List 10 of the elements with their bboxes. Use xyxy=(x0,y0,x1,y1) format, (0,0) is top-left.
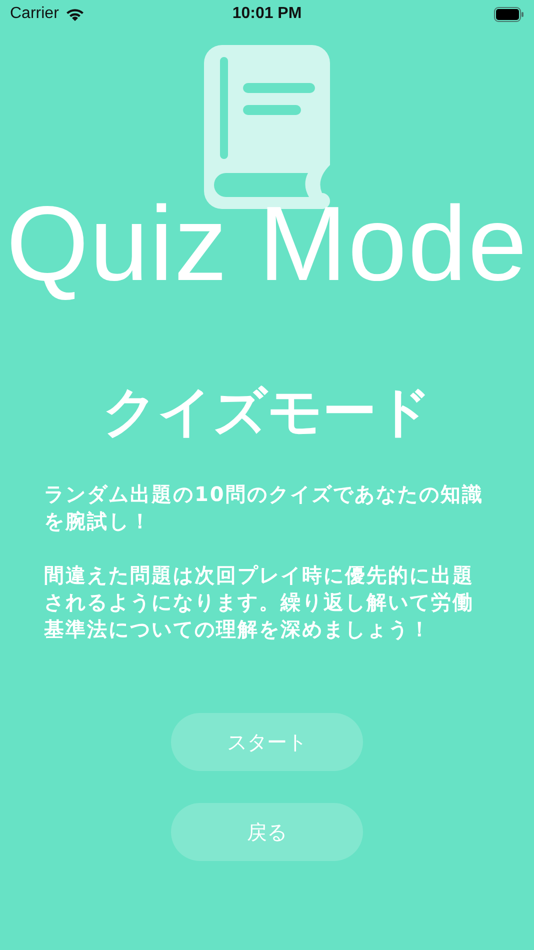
status-time: 10:01 PM xyxy=(232,5,302,23)
start-button[interactable]: スタート xyxy=(171,713,363,771)
title-text: Quiz Mode xyxy=(6,184,528,305)
carrier-label: Carrier xyxy=(10,5,59,23)
back-button[interactable]: 戻る xyxy=(171,803,363,861)
heading: クイズモード xyxy=(102,379,432,445)
battery-icon xyxy=(494,6,524,22)
description-text: 間違えた問題は次回プレイ時に優先的に出題されるようになります。繰り返し解いて労働基準法についての理解を深めましょう！ xyxy=(44,562,475,643)
wifi-icon xyxy=(64,6,85,22)
description-text: ランダム出題の10問のクイズであなたの知識を腕試し！ xyxy=(44,481,484,535)
